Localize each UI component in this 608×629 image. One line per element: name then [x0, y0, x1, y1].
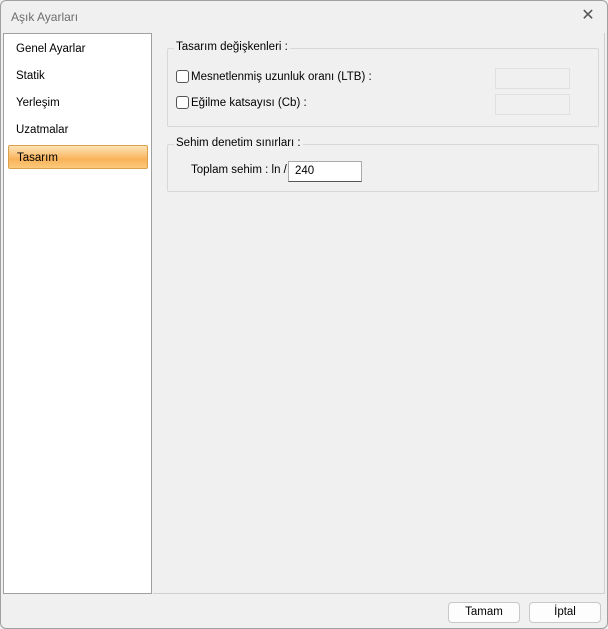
ok-button[interactable]: Tamam [448, 602, 520, 623]
group-title: Tasarım değişkenleri : [174, 41, 290, 53]
ltb-checkbox[interactable] [176, 70, 189, 83]
sidebar-item-yerlesim[interactable]: Yerleşim [8, 91, 148, 115]
sidebar: Genel Ayarlar Statik Yerleşim Uzatmalar … [3, 33, 152, 594]
deflection-group: Sehim denetim sınırları : Toplam sehim :… [167, 137, 599, 192]
sidebar-item-tasarim[interactable]: Tasarım [8, 145, 148, 169]
window-title: Aşık Ayarları [11, 10, 79, 24]
main-panel: Tasarım değişkenleri : Mesnetlenmiş uzun… [153, 33, 605, 594]
ltb-input[interactable] [495, 68, 570, 89]
cb-label: Eğilme katsayısı (Cb) : [191, 96, 307, 109]
total-deflection-input[interactable]: 240 [288, 161, 362, 182]
ltb-row: Mesnetlenmiş uzunluk oranı (LTB) : [176, 70, 372, 83]
ltb-label: Mesnetlenmiş uzunluk oranı (LTB) : [191, 70, 372, 83]
cb-row: Eğilme katsayısı (Cb) : [176, 96, 307, 109]
cancel-button[interactable]: İptal [529, 602, 601, 623]
dialog-window: Aşık Ayarları ✕ Genel Ayarlar Statik Yer… [0, 0, 608, 629]
cb-input[interactable] [495, 94, 570, 115]
total-deflection-label: Toplam sehim : ln / [191, 164, 287, 176]
group-title: Sehim denetim sınırları : [174, 137, 303, 149]
design-variables-group: Tasarım değişkenleri : Mesnetlenmiş uzun… [167, 41, 599, 127]
close-icon[interactable]: ✕ [577, 5, 599, 27]
sidebar-item-statik[interactable]: Statik [8, 64, 148, 88]
sidebar-item-genel-ayarlar[interactable]: Genel Ayarlar [8, 37, 148, 61]
cb-checkbox[interactable] [176, 96, 189, 109]
sidebar-item-uzatmalar[interactable]: Uzatmalar [8, 118, 148, 142]
